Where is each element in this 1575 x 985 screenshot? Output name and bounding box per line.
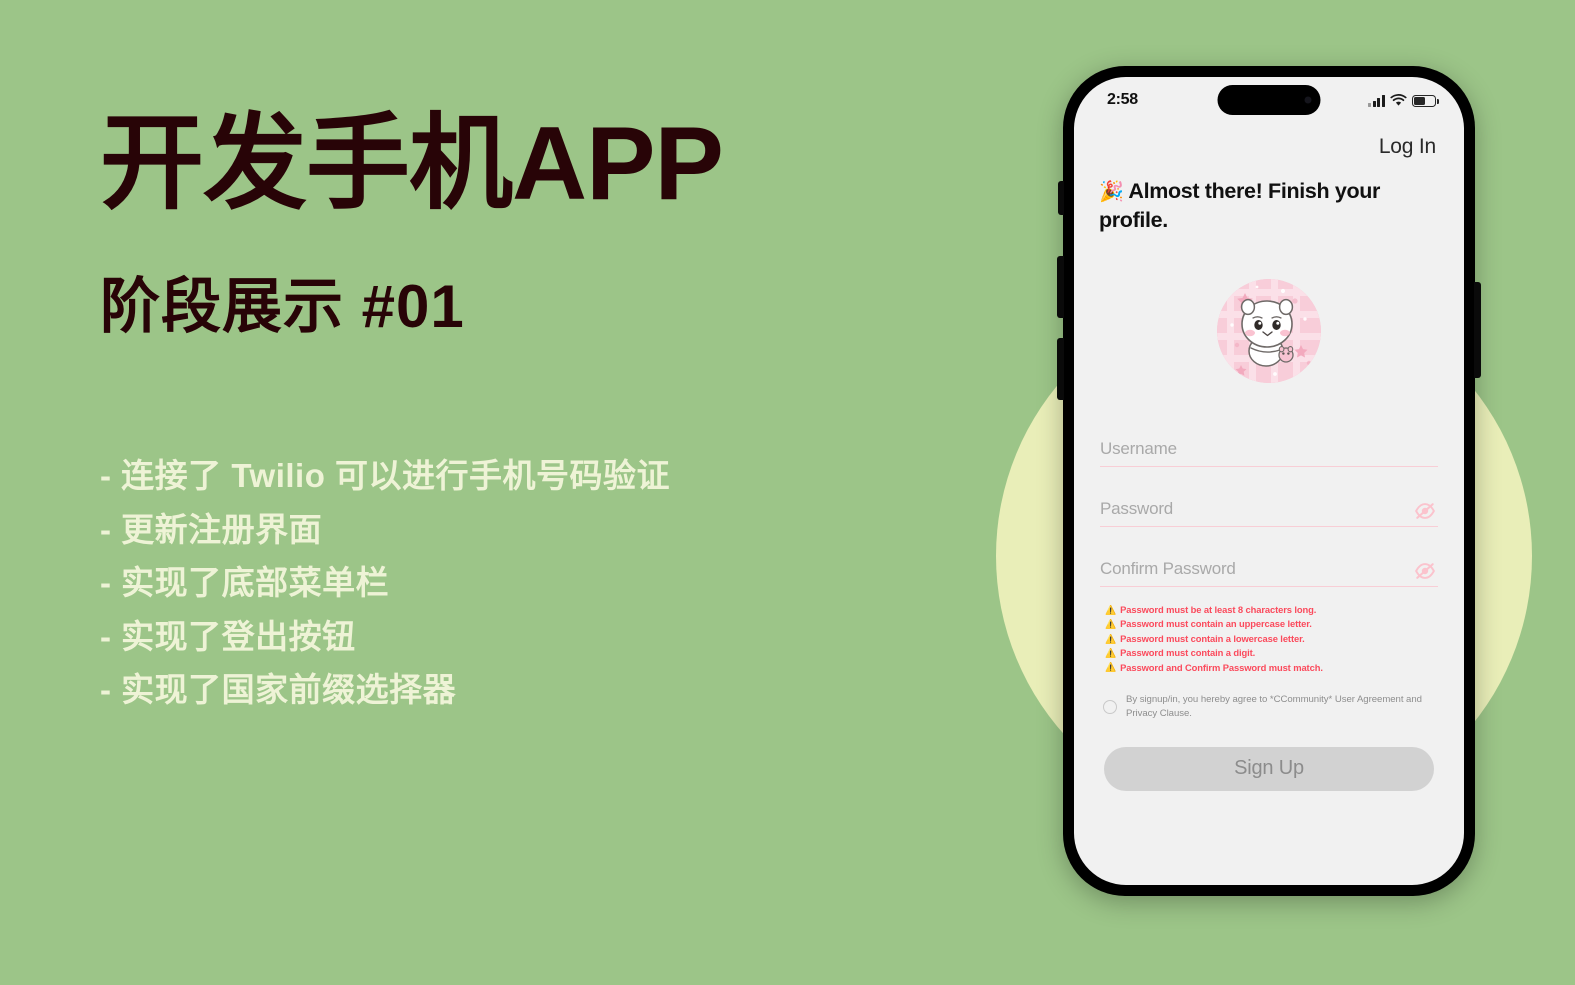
- status-bar: 2:58: [1074, 77, 1464, 127]
- signup-screen: Log In 🎉 Almost there! Finish your profi…: [1074, 135, 1464, 791]
- status-bar-icons: [1368, 91, 1439, 107]
- cellular-signal-icon: [1368, 95, 1385, 107]
- consent-row[interactable]: By signup/in, you hereby agree to *CComm…: [1100, 693, 1438, 721]
- signup-form: Username Password Confirm Password ⚠️ Pa…: [1096, 435, 1442, 791]
- warning-icon: ⚠️: [1105, 633, 1117, 644]
- volume-up-button[interactable]: [1057, 256, 1064, 318]
- consent-text: By signup/in, you hereby agree to *CComm…: [1126, 693, 1422, 719]
- list-item: - 更新注册界面: [100, 510, 323, 548]
- list-item: - 实现了底部菜单栏: [100, 564, 390, 602]
- avatar-image: [1217, 279, 1321, 384]
- sign-up-button[interactable]: Sign Up: [1104, 746, 1434, 791]
- eye-off-icon[interactable]: [1414, 503, 1436, 519]
- validation-error-text: Password and Confirm Password must match…: [1120, 661, 1323, 673]
- login-link-row: Log In: [1096, 135, 1442, 159]
- phone-screen: 2:58 Log In 🎉 Almost there! Finish your …: [1074, 77, 1464, 885]
- feature-bullet-list: - 连接了 Twilio 可以进行手机号码验证 - 更新注册界面 - 实现了底部…: [100, 449, 1000, 716]
- warning-icon: ⚠️: [1105, 619, 1117, 630]
- validation-error: ⚠️ Password must be at least 8 character…: [1105, 603, 1438, 617]
- validation-error: ⚠️ Password must contain a digit.: [1105, 646, 1438, 660]
- validation-error-text: Password must contain a lowercase letter…: [1120, 632, 1305, 644]
- confirm-password-field[interactable]: Confirm Password: [1100, 555, 1438, 588]
- dynamic-island: [1217, 85, 1321, 115]
- phone-mockup: 2:58 Log In 🎉 Almost there! Finish your …: [1057, 66, 1481, 896]
- avatar-container: [1096, 279, 1442, 384]
- front-camera-icon: [1304, 96, 1312, 104]
- warning-icon: ⚠️: [1105, 647, 1117, 658]
- battery-icon: [1412, 95, 1439, 107]
- validation-error-text: Password must be at least 8 characters l…: [1120, 604, 1317, 616]
- warning-icon: ⚠️: [1105, 662, 1117, 673]
- validation-error-text: Password must contain an uppercase lette…: [1120, 618, 1312, 630]
- eye-off-icon[interactable]: [1414, 563, 1436, 579]
- list-item: - 实现了国家前缀选择器: [100, 671, 457, 709]
- validation-error-list: ⚠️ Password must be at least 8 character…: [1100, 603, 1438, 675]
- validation-error-text: Password must contain a digit.: [1120, 647, 1256, 659]
- silent-switch-button[interactable]: [1058, 181, 1064, 215]
- list-item: - 连接了 Twilio 可以进行手机号码验证: [100, 457, 671, 495]
- avatar[interactable]: [1217, 279, 1321, 384]
- page-headline: 🎉 Almost there! Finish your profile.: [1096, 177, 1442, 235]
- validation-error: ⚠️ Password must contain an uppercase le…: [1105, 617, 1438, 631]
- consent-radio-button[interactable]: [1103, 699, 1117, 714]
- slide-left-panel: 开发手机APP 阶段展示 #01 - 连接了 Twilio 可以进行手机号码验证…: [0, 0, 1000, 985]
- validation-error: ⚠️ Password and Confirm Password must ma…: [1105, 661, 1438, 675]
- power-button[interactable]: [1474, 282, 1481, 378]
- username-field[interactable]: Username: [1100, 435, 1438, 468]
- page-subtitle: 阶段展示 #01: [100, 273, 465, 341]
- validation-error: ⚠️ Password must contain a lowercase let…: [1105, 632, 1438, 646]
- volume-down-button[interactable]: [1057, 338, 1064, 400]
- confirm-password-placeholder: Confirm Password: [1100, 559, 1236, 579]
- warning-icon: ⚠️: [1105, 604, 1117, 615]
- log-in-link[interactable]: Log In: [1379, 135, 1436, 159]
- page-title: 开发手机APP: [100, 106, 724, 222]
- party-popper-icon: 🎉: [1099, 181, 1124, 203]
- status-bar-time: 2:58: [1107, 91, 1138, 108]
- headline-text: Almost there! Finish your profile.: [1099, 179, 1381, 233]
- list-item: - 实现了登出按钮: [100, 617, 356, 655]
- username-placeholder: Username: [1100, 439, 1177, 459]
- password-field[interactable]: Password: [1100, 495, 1438, 528]
- password-placeholder: Password: [1100, 499, 1174, 519]
- wifi-icon: [1390, 94, 1407, 106]
